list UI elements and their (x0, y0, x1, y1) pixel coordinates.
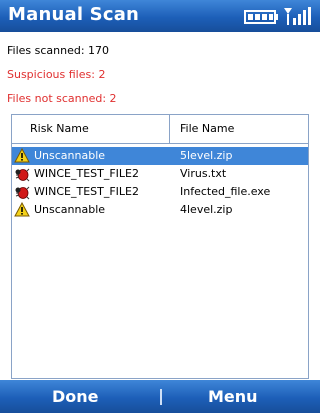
risk-name-cell: Unscannable (34, 149, 106, 162)
file-name-cell: 4level.zip (180, 203, 233, 216)
warning-icon (14, 148, 30, 163)
risk-name-cell: Unscannable (34, 203, 106, 216)
risk-name-cell: WINCE_TEST_FILE2 (34, 167, 139, 180)
bug-icon (15, 168, 30, 182)
files-not-scanned-text: Files not scanned: 2 (7, 92, 117, 105)
table-row[interactable]: WINCE_TEST_FILE2 Infected_file.exe (12, 183, 308, 201)
files-scanned-text: Files scanned: 170 (7, 44, 110, 57)
menu-button[interactable]: Menu (208, 387, 258, 406)
page-title: Manual Scan (8, 4, 140, 25)
file-name-cell: Virus.txt (180, 167, 227, 180)
status-icons[interactable] (244, 6, 312, 26)
table-row[interactable]: WINCE_TEST_FILE2 Virus.txt (12, 165, 308, 183)
file-name-cell: Infected_file.exe (180, 185, 271, 198)
column-divider[interactable] (169, 115, 170, 143)
risk-name-cell: WINCE_TEST_FILE2 (34, 185, 139, 198)
signal-icon (284, 7, 311, 25)
column-header-file-name[interactable]: File Name (180, 122, 234, 135)
title-bar: Manual Scan (0, 0, 320, 32)
done-button[interactable]: Done (52, 387, 99, 406)
softkey-bar: Done Menu (0, 380, 320, 413)
column-header-risk-name[interactable]: Risk Name (30, 122, 89, 135)
results-table: Risk Name File Name Unscannable 5level.z… (11, 114, 309, 379)
bug-icon (15, 186, 30, 200)
file-name-cell: 5level.zip (180, 149, 233, 162)
table-header: Risk Name File Name (12, 115, 308, 144)
battery-icon (244, 10, 278, 24)
table-row[interactable]: Unscannable 4level.zip (12, 201, 308, 219)
warning-icon (14, 202, 30, 217)
softkey-divider (160, 389, 162, 405)
table-row[interactable]: Unscannable 5level.zip (12, 147, 308, 165)
suspicious-files-text: Suspicious files: 2 (7, 68, 106, 81)
